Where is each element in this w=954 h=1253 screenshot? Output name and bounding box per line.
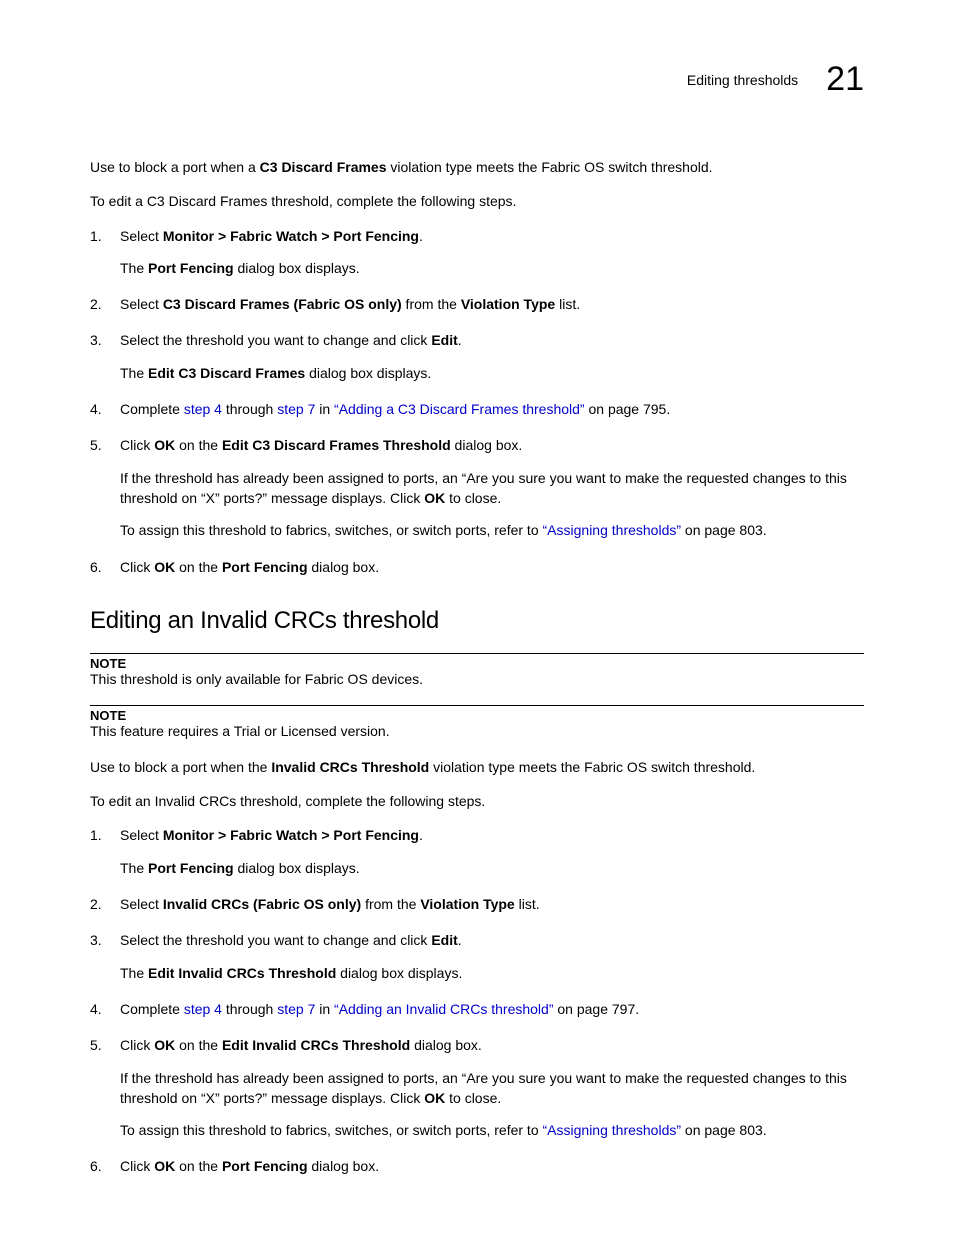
link-assigning-thresholds[interactable]: “Assigning thresholds”	[543, 522, 682, 538]
section-heading: Editing an Invalid CRCs threshold	[90, 607, 864, 635]
link-step7b[interactable]: step 7	[277, 1001, 315, 1017]
step-1: Select Monitor > Fabric Watch > Port Fen…	[90, 226, 864, 279]
note-label-2: NOTE	[90, 708, 864, 723]
link-step7[interactable]: step 7	[277, 401, 315, 417]
steps-list-2: Select Monitor > Fabric Watch > Port Fen…	[90, 825, 864, 1176]
step-2b: Select Invalid CRCs (Fabric OS only) fro…	[90, 894, 864, 914]
link-assigning-thresholds-b[interactable]: “Assigning thresholds”	[543, 1122, 682, 1138]
step-6: Click OK on the Port Fencing dialog box.	[90, 557, 864, 577]
intro-paragraph-4: To edit an Invalid CRCs threshold, compl…	[90, 791, 864, 811]
header-title: Editing thresholds	[687, 72, 798, 88]
note-text-1: This threshold is only available for Fab…	[90, 671, 864, 687]
steps-list-1: Select Monitor > Fabric Watch > Port Fen…	[90, 226, 864, 577]
link-adding-invalid-crc[interactable]: “Adding an Invalid CRCs threshold”	[334, 1001, 553, 1017]
intro-paragraph-1: Use to block a port when a C3 Discard Fr…	[90, 157, 864, 177]
step-3b: Select the threshold you want to change …	[90, 930, 864, 983]
note-text-2: This feature requires a Trial or License…	[90, 723, 864, 739]
step-5b: Click OK on the Edit Invalid CRCs Thresh…	[90, 1035, 864, 1140]
step-1b: Select Monitor > Fabric Watch > Port Fen…	[90, 825, 864, 878]
step-6b: Click OK on the Port Fencing dialog box.	[90, 1156, 864, 1176]
link-step4[interactable]: step 4	[184, 401, 222, 417]
step-2: Select C3 Discard Frames (Fabric OS only…	[90, 294, 864, 314]
step-3: Select the threshold you want to change …	[90, 330, 864, 383]
intro-paragraph-3: Use to block a port when the Invalid CRC…	[90, 757, 864, 777]
step-5: Click OK on the Edit C3 Discard Frames T…	[90, 435, 864, 540]
chapter-number: 21	[826, 60, 864, 99]
page-header: Editing thresholds 21	[90, 60, 864, 99]
link-step4b[interactable]: step 4	[184, 1001, 222, 1017]
step-4: Complete step 4 through step 7 in “Addin…	[90, 399, 864, 419]
note-label-1: NOTE	[90, 656, 864, 671]
rule	[90, 705, 864, 706]
intro-paragraph-2: To edit a C3 Discard Frames threshold, c…	[90, 191, 864, 211]
link-adding-c3[interactable]: “Adding a C3 Discard Frames threshold”	[334, 401, 585, 417]
step-4b: Complete step 4 through step 7 in “Addin…	[90, 999, 864, 1019]
rule	[90, 653, 864, 654]
